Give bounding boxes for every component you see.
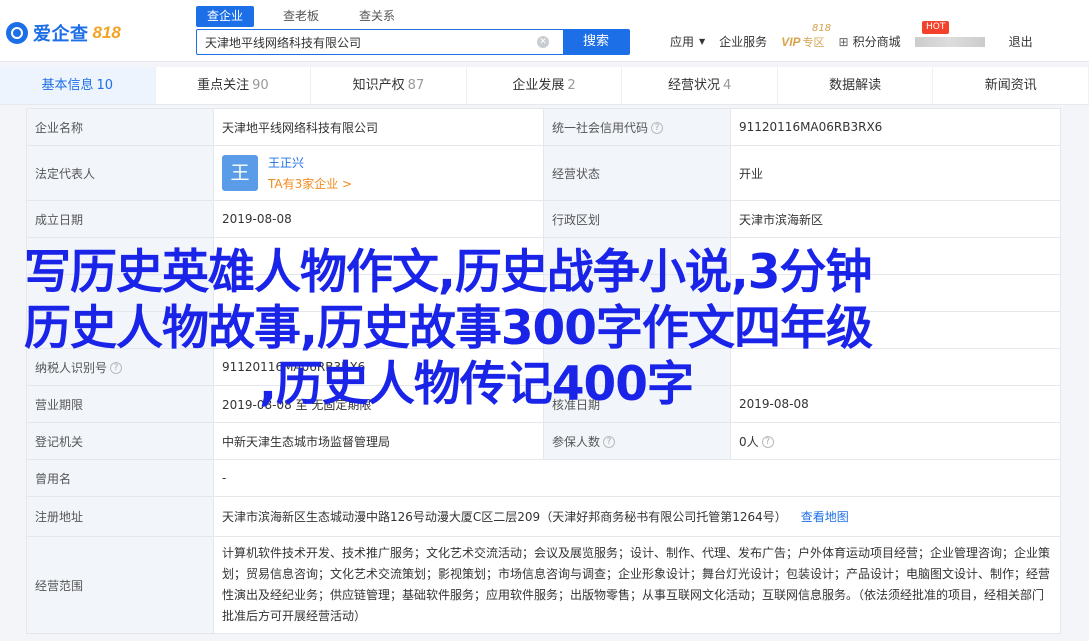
region-label: 行政区划 [543, 200, 731, 238]
tab-operations[interactable]: 经营状况 4 [622, 67, 778, 104]
insured-label: 参保人数 [552, 434, 601, 449]
overlay-line-3: ,历史人物传记400字 [259, 357, 694, 412]
credit-code: 91120116MA06RB3RX6 [730, 108, 1061, 146]
header: 爱企查 818 查企业 查老板 查关系 ✕ 搜索 应用 ▼ 企业服务 VIP专区 … [0, 0, 1089, 62]
hot-badge: HOT [922, 21, 950, 34]
user-name-blurred [914, 36, 985, 47]
address-label: 注册地址 [26, 496, 214, 537]
tab-label: 数据解读 [829, 78, 882, 93]
founded-value: 2019-08-08 [213, 200, 544, 238]
nav-points-label: 积分商城 [852, 35, 901, 49]
nav-points[interactable]: ⊞ 积分商城 [839, 33, 901, 50]
insured-label-cell: 参保人数? [543, 422, 731, 460]
scope-label: 经营范围 [26, 536, 214, 634]
help-icon[interactable]: ? [603, 436, 616, 448]
tab-basic-info[interactable]: 基本信息 10 [0, 67, 156, 104]
nav-enterprise-service[interactable]: 企业服务 [719, 33, 767, 50]
tab-label: 新闻资讯 [984, 78, 1037, 93]
sub-tabs: 基本信息 10 重点关注 90 知识产权 87 企业发展 2 经营状况 4 数据解读 新闻… [0, 67, 1089, 105]
nav-vip[interactable]: VIP 专区 [781, 34, 824, 50]
table-row: 成立日期 2019-08-08 行政区划 天津市滨海新区 [26, 200, 1061, 238]
tab-label: 经营状况 [667, 78, 720, 93]
table-row: 注册地址 天津市滨海新区生态城动漫中路126号动漫大厦C区二层209（天津好邦商… [26, 496, 1061, 537]
tab-count: 10 [96, 78, 114, 93]
search-box: ✕ 搜索 [196, 29, 630, 55]
logo-text: 爱企查 [33, 24, 89, 45]
tab-data-analysis[interactable]: 数据解读 [778, 67, 934, 104]
table-row: 企业名称 天津地平线网络科技有限公司 统一社会信用代码? 91120116MA0… [26, 108, 1061, 146]
nav-app-label: 应用 [670, 35, 695, 49]
vip-badge: 818 [812, 23, 832, 34]
gift-icon: ⊞ [838, 34, 849, 49]
tab-count: 4 [722, 78, 732, 93]
overlay-line-2: 历史人物故事,历史故事300字作文四年级 [24, 301, 873, 356]
logo[interactable]: 爱企查 818 [6, 20, 121, 46]
company-name: 天津地平线网络科技有限公司 [213, 108, 544, 146]
search-tabs: 查企业 查老板 查关系 [196, 6, 424, 27]
legal-rep-cell: 王 王正兴 TA有3家企业 > [213, 145, 544, 201]
address-cell: 天津市滨海新区生态城动漫中路126号动漫大厦C区二层209（天津好邦商务秘书有限… [213, 496, 1061, 537]
caret-down-icon: ▼ [699, 37, 706, 46]
view-map-link[interactable]: 查看地图 [801, 510, 849, 524]
founded-label: 成立日期 [26, 200, 214, 238]
table-row: 法定代表人 王 王正兴 TA有3家企业 > 经营状态 开业 [26, 145, 1061, 201]
nav-app[interactable]: 应用 ▼ [670, 33, 705, 50]
tab-count: 90 [252, 78, 269, 93]
tab-search-relation[interactable]: 查关系 [348, 6, 406, 27]
table-row: 经营范围 计算机软件技术开发、技术推广服务；文化艺术交流活动；会议及展览服务；设… [26, 536, 1061, 634]
logo-icon [6, 22, 28, 44]
tab-label: 知识产权 [352, 78, 405, 93]
scope-value: 计算机软件技术开发、技术推广服务；文化艺术交流活动；会议及展览服务；设计、制作、… [213, 536, 1061, 634]
tab-search-boss[interactable]: 查老板 [272, 6, 330, 27]
address-value: 天津市滨海新区生态城动漫中路126号动漫大厦C区二层209（天津好邦商务秘书有限… [222, 510, 787, 524]
top-nav: 应用 ▼ 企业服务 VIP 专区 ⊞ 积分商城 退出 [670, 33, 1047, 50]
user-avatar[interactable] [914, 36, 995, 47]
legal-rep-label: 法定代表人 [26, 145, 214, 201]
credit-code-label-cell: 统一社会信用代码? [543, 108, 731, 146]
tab-news[interactable]: 新闻资讯 [933, 67, 1089, 104]
insured-cell: 0人? [730, 422, 1061, 460]
vip-label: VIP [781, 34, 801, 49]
nav-logout[interactable]: 退出 [1009, 33, 1033, 50]
search-button[interactable]: 搜索 [563, 30, 629, 54]
vip-sub-label: 专区 [802, 35, 825, 49]
help-icon[interactable]: ? [761, 436, 774, 448]
overlay-line-1: 写历史英雄人物作文,历史战争小说,3分钟 [24, 245, 872, 300]
tab-count: 2 [567, 78, 576, 93]
former-name-value: - [213, 459, 1061, 497]
tab-development[interactable]: 企业发展 2 [467, 67, 623, 104]
status-label: 经营状态 [543, 145, 731, 201]
credit-code-label: 统一社会信用代码 [552, 120, 649, 135]
overlay-headline: 写历史英雄人物作文,历史战争小说,3分钟 历史人物故事,历史故事300字作文四年… [24, 245, 1084, 413]
registrar-value: 中新天津生态城市场监督管理局 [213, 422, 544, 460]
table-row: 曾用名 - [26, 459, 1061, 497]
tab-ip[interactable]: 知识产权 87 [311, 67, 467, 104]
tab-key-focus[interactable]: 重点关注 90 [156, 67, 312, 104]
legal-rep-companies-link[interactable]: TA有3家企业 > [268, 175, 352, 192]
legal-rep-name[interactable]: 王正兴 [268, 154, 352, 171]
legal-rep-avatar[interactable]: 王 [222, 155, 258, 191]
tab-label: 重点关注 [197, 78, 250, 93]
region-value: 天津市滨海新区 [730, 200, 1061, 238]
table-row: 登记机关 中新天津生态城市场监督管理局 参保人数? 0人? [26, 422, 1061, 460]
insured-value: 0人 [739, 434, 759, 449]
former-name-label: 曾用名 [26, 459, 214, 497]
tab-label: 企业发展 [512, 78, 565, 93]
tab-search-company[interactable]: 查企业 [196, 6, 255, 27]
clear-icon[interactable]: ✕ [537, 36, 549, 48]
logo-number: 818 [92, 23, 121, 42]
tab-count: 87 [407, 78, 425, 93]
status-value: 开业 [730, 145, 1061, 201]
company-name-label: 企业名称 [26, 108, 214, 146]
help-icon[interactable]: ? [651, 122, 664, 134]
registrar-label: 登记机关 [26, 422, 214, 460]
search-input[interactable] [197, 30, 537, 54]
tab-label: 基本信息 [41, 78, 94, 93]
